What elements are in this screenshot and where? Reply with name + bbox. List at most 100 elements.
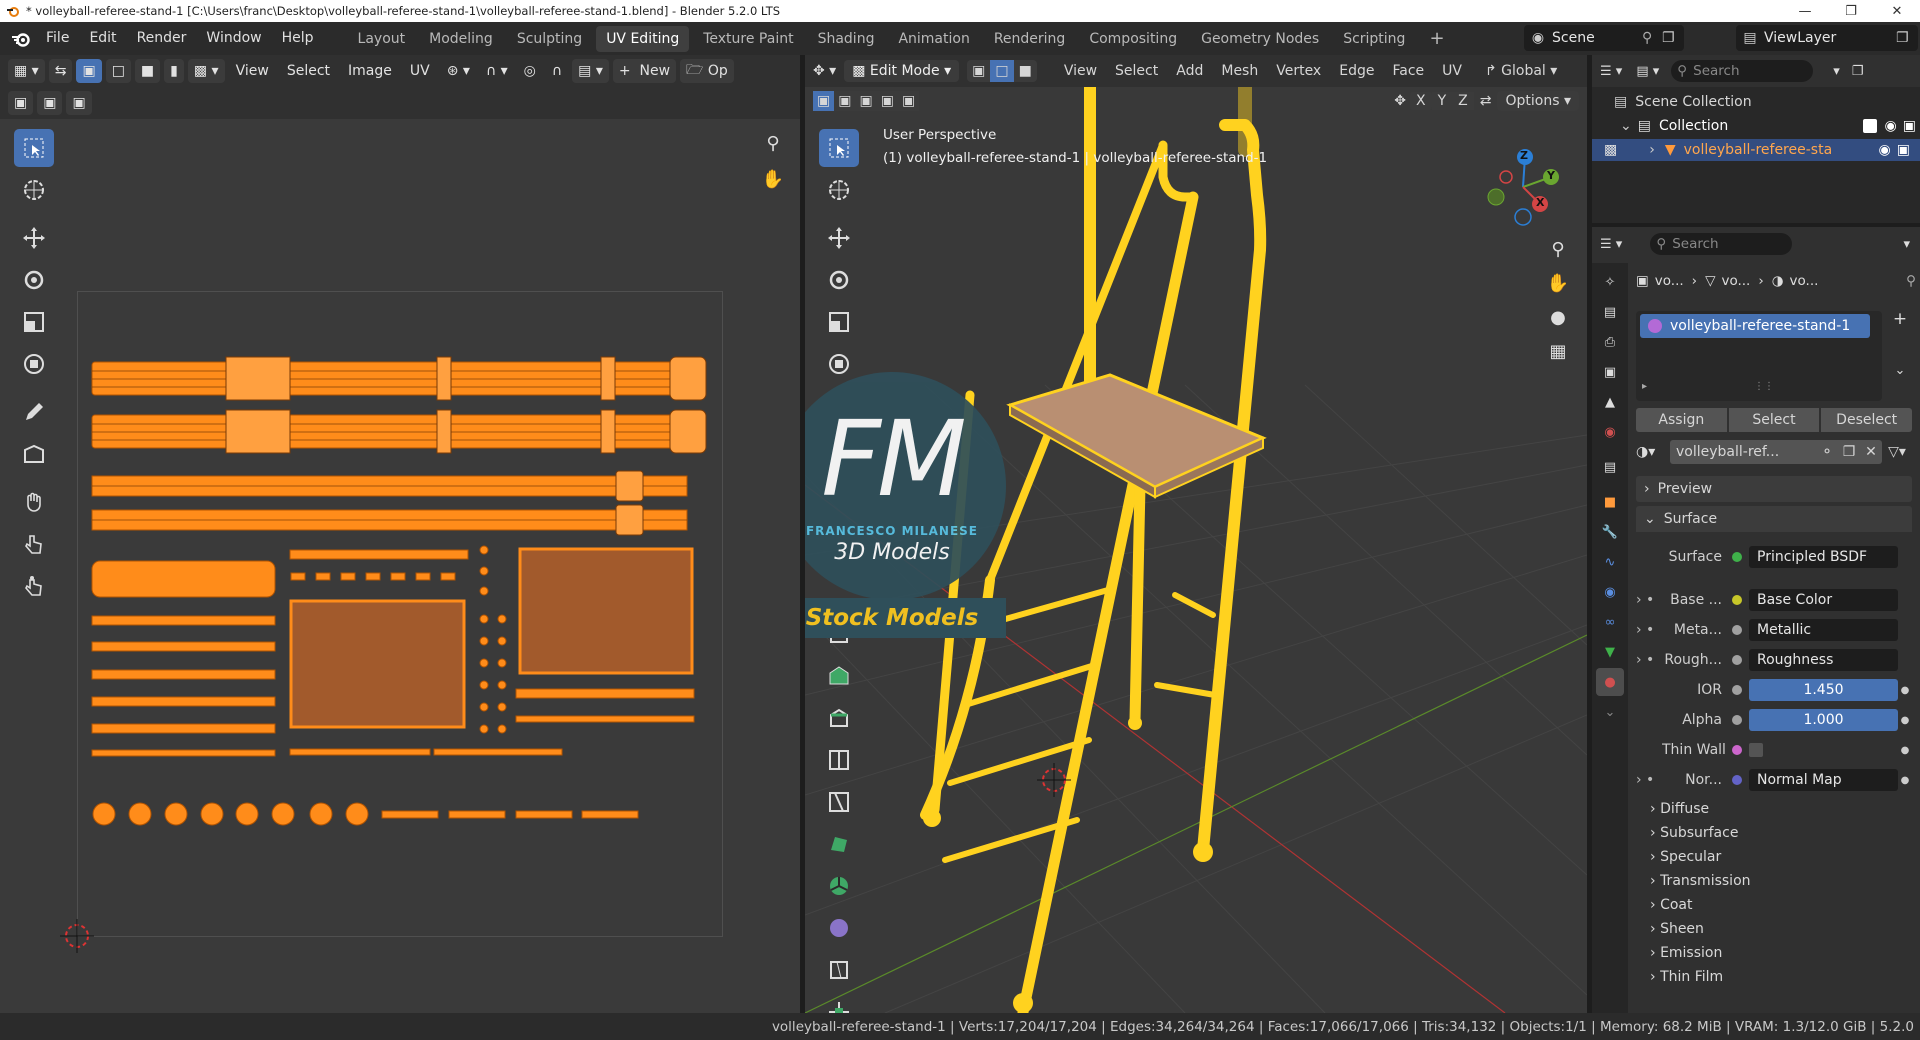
select-invert-icon[interactable]: ▣ (876, 91, 898, 111)
vp-rotate-tool-icon[interactable] (819, 261, 859, 299)
view-layer-selector[interactable]: ▤ ViewLayer ❐ (1736, 25, 1918, 51)
tab-sculpting[interactable]: Sculpting (507, 26, 592, 52)
material-tab-icon[interactable]: ● (1596, 668, 1624, 696)
outliner-collection[interactable]: ⌄ ▤ Collection ◉ ▣ (1620, 115, 1916, 137)
slot-menu-button[interactable]: ⌄ (1888, 363, 1912, 387)
shrink-fatten-tool-icon[interactable] (819, 993, 859, 1013)
subpanel-thin-film[interactable]: › Thin Film (1650, 969, 1723, 985)
cursor-tool-icon[interactable] (14, 171, 54, 209)
vp-scale-tool-icon[interactable] (819, 303, 859, 341)
relax-tool-icon[interactable] (14, 525, 54, 563)
viewport-menu-uv[interactable]: UV (1433, 63, 1471, 79)
duplicate-material-icon[interactable]: ❐ (1838, 440, 1860, 464)
viewport-menu-view[interactable]: View (1055, 63, 1106, 79)
transform-tool-icon[interactable] (14, 345, 54, 383)
tab-uv-editing[interactable]: UV Editing (596, 25, 690, 52)
uv-select-mode-extend-icon[interactable]: ▣ (37, 91, 63, 115)
uv-sync-icon[interactable]: ⇆ (48, 59, 73, 83)
deselect-button[interactable]: Deselect (1821, 408, 1913, 432)
particles-tab-icon[interactable]: ∿ (1596, 548, 1624, 576)
new-view-layer-icon[interactable]: ❐ (1896, 30, 1918, 46)
exclude-checkbox[interactable] (1862, 119, 1877, 133)
prop-field-roughness[interactable]: Roughness (1749, 649, 1898, 671)
outliner-search[interactable]: ⚲ Search (1671, 60, 1814, 82)
mirror-z-button[interactable]: Z (1452, 92, 1474, 110)
vp-zoom-icon[interactable]: ⚲ (1543, 239, 1573, 269)
camera-view-icon[interactable]: ● (1543, 307, 1573, 337)
uv-select-mode-new-icon[interactable]: ▣ (8, 91, 34, 115)
subpanel-subsurface[interactable]: › Subsurface (1650, 825, 1738, 841)
vertex-mode-icon[interactable]: ▣ (967, 60, 991, 82)
socket-dot-icon[interactable] (1732, 655, 1742, 665)
add-slot-button[interactable]: + (1888, 309, 1912, 333)
socket-dot-icon[interactable] (1732, 552, 1742, 562)
preview-panel[interactable]: › Preview (1636, 476, 1912, 502)
vp-cursor-tool-icon[interactable] (819, 171, 859, 209)
unlink-material-icon[interactable]: ✕ (1860, 440, 1882, 464)
collection-expand-icon[interactable]: ⌄ (1620, 118, 1632, 134)
keyframe-dot-icon[interactable]: ● (1898, 775, 1912, 786)
new-scene-icon[interactable]: ❐ (1662, 30, 1684, 46)
pin-icon[interactable]: ⚲ (1642, 30, 1662, 46)
vp-select-box-tool-icon[interactable] (819, 129, 859, 167)
tab-scripting[interactable]: Scripting (1333, 26, 1415, 52)
bevel-tool-icon[interactable] (819, 699, 859, 737)
tab-geometry-nodes[interactable]: Geometry Nodes (1191, 26, 1329, 52)
view-layer-tab-icon[interactable]: ▣ (1596, 358, 1624, 386)
uv-zoom-icon[interactable]: ⚲ (760, 133, 786, 159)
minimize-button[interactable]: — (1782, 0, 1828, 22)
tab-layout[interactable]: Layout (348, 26, 416, 52)
object-tab-icon[interactable]: ■ (1596, 488, 1624, 516)
menu-help[interactable]: Help (272, 22, 324, 55)
visibility-eye-icon[interactable]: ◉ (1885, 118, 1897, 134)
filter-icon[interactable]: ▾ (1827, 64, 1846, 79)
blender-menu-icon[interactable] (6, 24, 36, 54)
outliner-type-icon[interactable]: ☰ ▾ (1592, 64, 1630, 79)
properties-type-icon[interactable]: ☰ ▾ (1592, 237, 1630, 252)
subpanel-transmission[interactable]: › Transmission (1650, 873, 1751, 889)
keyframe-dot-icon[interactable]: ● (1898, 685, 1912, 696)
fake-user-icon[interactable]: ⚬ (1816, 440, 1838, 464)
viewport-editor-type-icon[interactable]: ✥ ▾ (805, 63, 844, 79)
properties-options-icon[interactable]: ▾ (1893, 237, 1920, 252)
properties-search[interactable]: ⚲ Search (1650, 233, 1793, 255)
smooth-tool-icon[interactable] (819, 909, 859, 947)
vp-transform-tool-icon[interactable] (819, 345, 859, 383)
spin-tool-icon[interactable] (819, 867, 859, 905)
scale-tool-icon[interactable] (14, 303, 54, 341)
sticky-select-icon[interactable]: ▩ ▾ (187, 59, 225, 83)
mode-selector[interactable]: ▩ Edit Mode ▾ (844, 60, 960, 82)
uv-menu-select[interactable]: Select (278, 63, 339, 79)
mirror-x-button[interactable]: X (1410, 92, 1432, 110)
falloff-icon[interactable]: ∩ (546, 59, 568, 83)
object-render-icon[interactable]: ▣ (1897, 142, 1910, 158)
subpanel-diffuse[interactable]: › Diffuse (1650, 801, 1709, 817)
ortho-toggle-icon[interactable]: ▦ (1543, 341, 1573, 371)
socket-expand-icon[interactable]: › • (1636, 592, 1662, 608)
select-box-tool-icon[interactable] (14, 129, 54, 167)
loop-cut-tool-icon[interactable] (819, 741, 859, 779)
socket-expand-icon[interactable]: › • (1636, 772, 1662, 788)
subpanel-coat[interactable]: › Coat (1650, 897, 1692, 913)
thin-wall-checkbox[interactable] (1749, 743, 1763, 757)
edge-mode-icon[interactable]: □ (990, 60, 1014, 82)
socket-expand-icon[interactable]: › • (1636, 652, 1662, 668)
object-visibility-icon[interactable]: ◉ (1879, 142, 1891, 158)
open-image-button[interactable]: 🗁 Op (680, 59, 734, 83)
3d-viewport[interactable]: ✥ ▾ ▩ Edit Mode ▾ ▣ □ ■ View Select Add … (805, 55, 1587, 1013)
subpanel-specular[interactable]: › Specular (1650, 849, 1721, 865)
prop-field-alpha[interactable]: 1.000 (1749, 709, 1898, 731)
tab-animation[interactable]: Animation (888, 26, 979, 52)
subpanel-emission[interactable]: › Emission (1650, 945, 1722, 961)
add-workspace-icon[interactable]: + (1419, 26, 1454, 52)
menu-window[interactable]: Window (196, 22, 271, 55)
tool-tab-icon[interactable]: ✧ (1596, 268, 1624, 296)
viewport-menu-face[interactable]: Face (1383, 63, 1433, 79)
viewport-menu-add[interactable]: Add (1167, 63, 1212, 79)
vertex-select-icon[interactable]: ▣ (76, 59, 102, 83)
grab-tool-icon[interactable] (14, 483, 54, 521)
prop-field-metallic[interactable]: Metallic (1749, 619, 1898, 641)
rotate-tool-icon[interactable] (14, 261, 54, 299)
orientation-selector[interactable]: ↱ Global ▾ (1485, 63, 1557, 79)
island-select-icon[interactable]: ▮ (164, 59, 184, 83)
